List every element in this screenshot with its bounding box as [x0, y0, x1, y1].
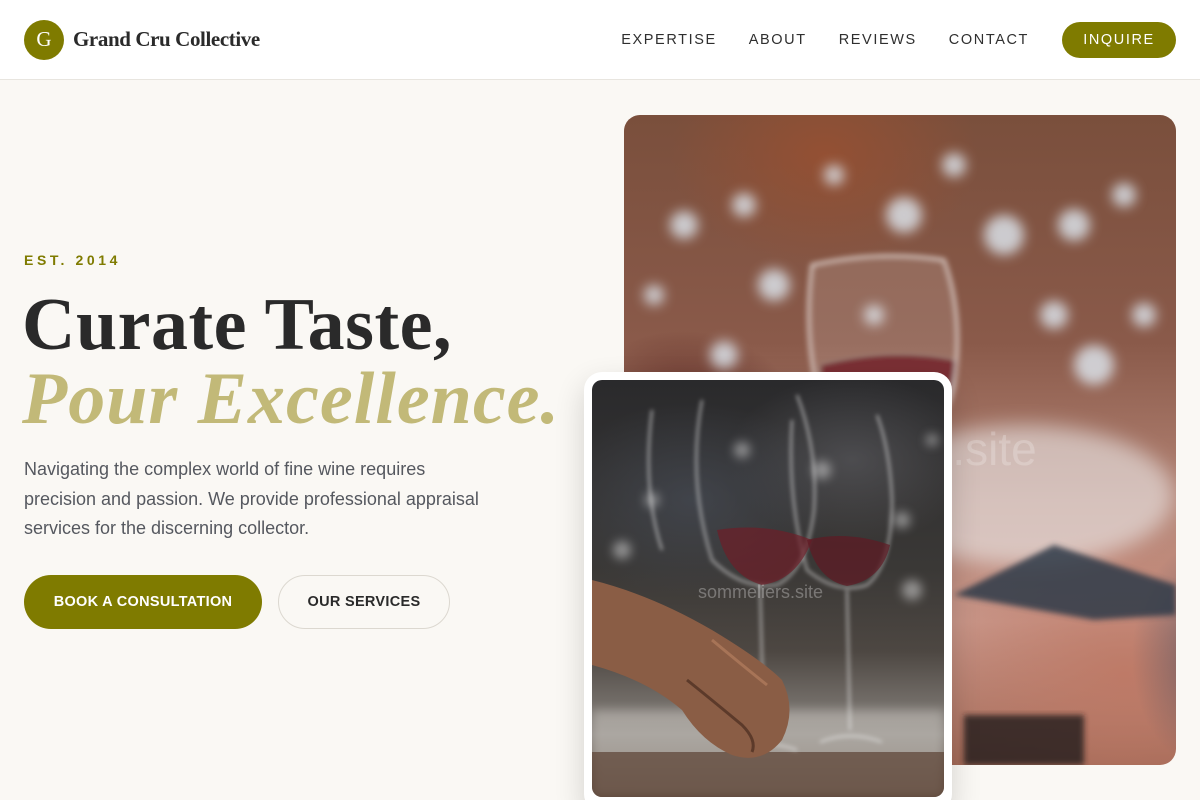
nav-link-reviews[interactable]: REVIEWS: [839, 32, 917, 48]
established-label: EST. 2014: [24, 252, 121, 268]
inset-watermark-text: sommeliers.site: [698, 582, 823, 602]
hero-intro: Navigating the complex world of fine win…: [24, 459, 479, 538]
nav-link-expertise[interactable]: EXPERTISE: [621, 32, 717, 48]
hand-with-glass-photo: sommeliers.site: [592, 380, 944, 797]
logo-icon: G: [24, 19, 64, 60]
our-services-button[interactable]: OUR SERVICES: [278, 575, 450, 629]
nav-link-contact[interactable]: CONTACT: [949, 32, 1029, 48]
inquire-button[interactable]: INQUIRE: [1062, 21, 1176, 58]
main-nav: EXPERTISE ABOUT REVIEWS CONTACT INQUIRE: [621, 21, 1176, 58]
hero-headline: Curate Taste, Pour Excellence.: [22, 288, 560, 436]
book-consultation-button[interactable]: BOOK A CONSULTATION: [24, 575, 262, 629]
brand[interactable]: G Grand Cru Collective: [24, 19, 260, 60]
site-header: G Grand Cru Collective EXPERTISE ABOUT R…: [0, 0, 1200, 80]
nav-link-about[interactable]: ABOUT: [749, 32, 807, 48]
inset-photo-card: sommeliers.site: [584, 372, 952, 800]
brand-name: Grand Cru Collective: [73, 27, 260, 51]
headline-line-1: Curate Taste,: [22, 284, 452, 366]
headline-line-2: Pour Excellence.: [22, 358, 561, 440]
glass-hand-illustration: sommeliers.site: [592, 394, 944, 797]
